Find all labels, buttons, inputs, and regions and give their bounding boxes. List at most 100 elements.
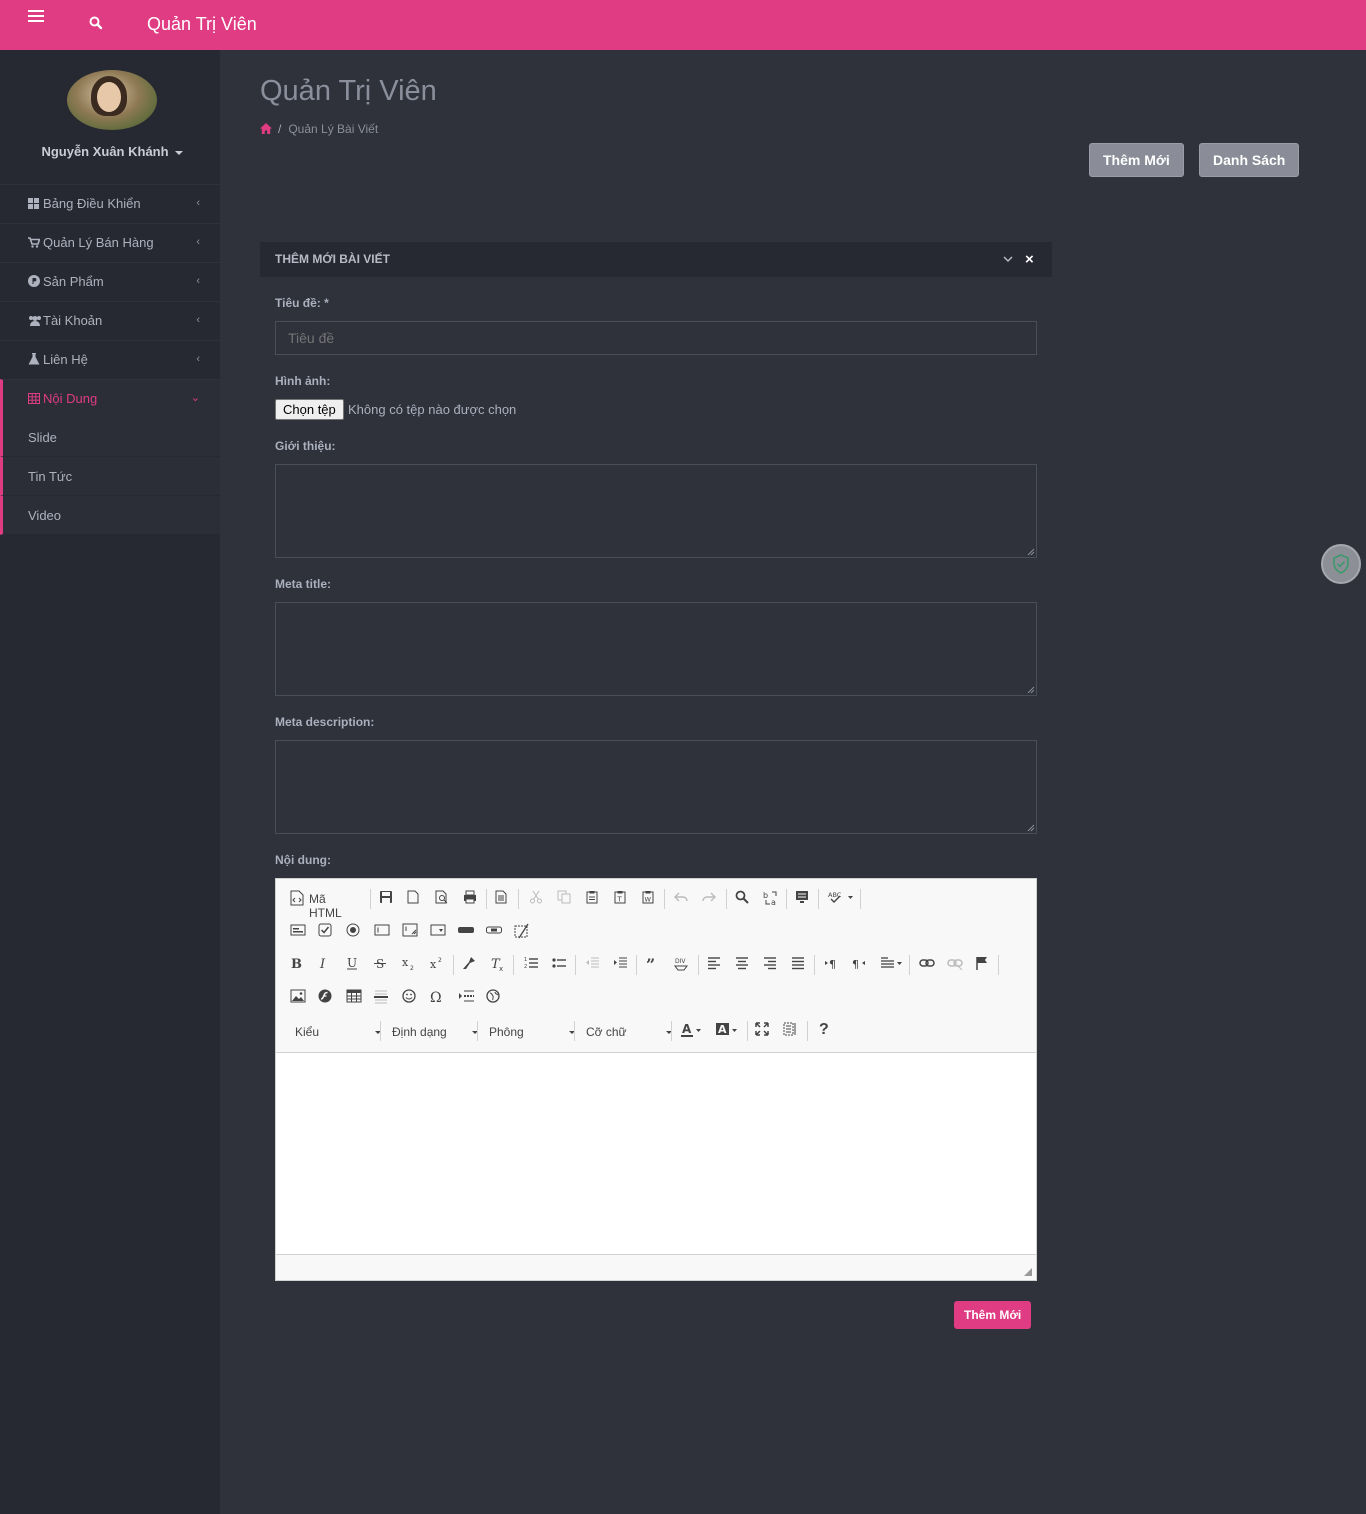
copy-format-icon[interactable] [462,956,480,974]
select-field-icon[interactable] [430,923,448,941]
div-container-icon[interactable]: DIV [674,956,692,974]
meta-description-textarea[interactable] [275,740,1037,834]
cut-icon[interactable] [529,890,547,908]
form-icon[interactable] [290,923,308,941]
rtl-icon[interactable]: ¶ [852,956,870,974]
bold-icon[interactable]: B [290,956,308,974]
intro-textarea[interactable] [275,464,1037,558]
language-icon[interactable] [880,956,906,974]
button-icon[interactable] [458,923,476,941]
sidebar-item-products[interactable]: Sản Phẩm ‹ [0,262,220,301]
style-dropdown[interactable]: Kiểu [295,1022,381,1042]
close-icon[interactable]: × [1025,251,1034,268]
list-button[interactable]: Danh Sách [1199,143,1300,177]
shield-check-icon[interactable] [1321,544,1361,584]
indent-icon[interactable] [613,956,631,974]
choose-file-button[interactable]: Chọn tệp [275,399,344,420]
help-icon[interactable]: ? [819,1021,829,1039]
search-icon[interactable] [89,16,105,32]
collapse-icon[interactable] [1002,252,1016,266]
templates-icon[interactable] [495,890,513,908]
sidebar-item-dashboard[interactable]: Bảng Điều Khiển ‹ [0,184,220,223]
title-input[interactable] [275,321,1037,355]
background-color-icon[interactable]: A [716,1022,742,1040]
spellcheck-icon[interactable]: ABC [828,890,856,908]
app-title[interactable]: Quản Trị Viên [147,14,257,35]
outdent-icon[interactable] [585,956,603,974]
resize-grip-icon[interactable] [1027,686,1035,694]
resize-grip-icon[interactable] [1027,824,1035,832]
remove-format-icon[interactable]: Tx [490,956,508,974]
unlink-icon[interactable] [947,956,965,974]
underline-icon[interactable]: U [346,956,364,974]
align-left-icon[interactable] [707,956,725,974]
sidebar-item-content[interactable]: Nội Dung ⌄ [0,379,220,418]
submit-button[interactable]: Thêm Mới [954,1301,1032,1329]
sidebar-subitem-slide[interactable]: Slide [0,418,220,457]
resize-grip-icon[interactable] [1027,548,1035,556]
source-button[interactable]: Mã HTML [309,892,342,920]
format-dropdown[interactable]: Định dạng [392,1022,478,1042]
paste-icon[interactable] [585,890,603,908]
maximize-icon[interactable] [755,1022,773,1040]
meta-title-textarea[interactable] [275,602,1037,696]
svg-text:x: x [499,965,503,972]
home-icon[interactable] [260,123,272,134]
new-page-icon[interactable] [407,890,425,908]
numbered-list-icon[interactable]: 12 [524,956,542,974]
text-field-icon[interactable] [374,923,392,941]
radio-icon[interactable] [346,923,364,941]
user-menu[interactable]: Nguyễn Xuân Khánh [0,144,224,159]
checkbox-icon[interactable] [318,923,336,941]
source-icon[interactable] [290,890,308,908]
bulleted-list-icon[interactable] [552,956,570,974]
resize-grip-icon[interactable] [1024,1268,1032,1276]
select-all-icon[interactable] [795,890,813,908]
align-center-icon[interactable] [735,956,753,974]
italic-icon[interactable]: I [318,956,336,974]
add-new-button[interactable]: Thêm Mới [1089,143,1184,177]
sidebar-item-sales[interactable]: Quản Lý Bán Hàng ‹ [0,223,220,262]
paste-word-icon[interactable]: W [641,890,659,908]
special-char-icon[interactable]: Ω [430,989,448,1007]
save-icon[interactable] [379,890,397,908]
sidebar-subitem-video[interactable]: Video [0,496,220,535]
svg-text:x: x [430,958,437,970]
find-icon[interactable] [735,890,753,908]
table-icon[interactable] [346,989,364,1007]
text-color-icon[interactable]: A [681,1022,707,1040]
textarea-icon[interactable] [402,923,420,941]
sidebar-subitem-news[interactable]: Tin Tức [0,457,220,496]
anchor-icon[interactable] [975,956,993,974]
smiley-icon[interactable] [402,989,420,1007]
iframe-icon[interactable] [486,989,504,1007]
strikethrough-icon[interactable]: S [374,956,392,974]
preview-icon[interactable] [435,890,453,908]
print-icon[interactable] [463,890,481,908]
justify-icon[interactable] [791,956,809,974]
flash-icon[interactable] [318,989,336,1007]
horizontal-rule-icon[interactable] [374,989,392,1007]
blockquote-icon[interactable]: ” [646,955,664,974]
replace-icon[interactable]: ba [763,890,781,908]
subscript-icon[interactable]: x2 [402,956,420,974]
copy-icon[interactable] [557,890,575,908]
redo-icon[interactable] [702,890,720,908]
sidebar-item-contact[interactable]: Liên Hệ ‹ [0,340,220,379]
font-size-dropdown[interactable]: Cỡ chữ [586,1022,672,1042]
show-blocks-icon[interactable] [783,1022,801,1040]
hamburger-menu-icon[interactable] [28,10,48,30]
align-right-icon[interactable] [763,956,781,974]
sidebar-item-accounts[interactable]: Tài Khoản ‹ [0,301,220,340]
image-icon[interactable] [290,989,308,1007]
undo-icon[interactable] [674,890,692,908]
hidden-field-icon[interactable] [514,923,532,941]
superscript-icon[interactable]: x2 [430,956,448,974]
font-dropdown[interactable]: Phông [489,1022,575,1042]
ltr-icon[interactable]: ¶ [824,956,842,974]
paste-text-icon[interactable]: T [613,890,631,908]
page-break-icon[interactable] [458,989,476,1007]
image-button-icon[interactable] [486,923,504,941]
link-icon[interactable] [919,956,937,974]
editor-content-area[interactable] [276,1054,1036,1254]
